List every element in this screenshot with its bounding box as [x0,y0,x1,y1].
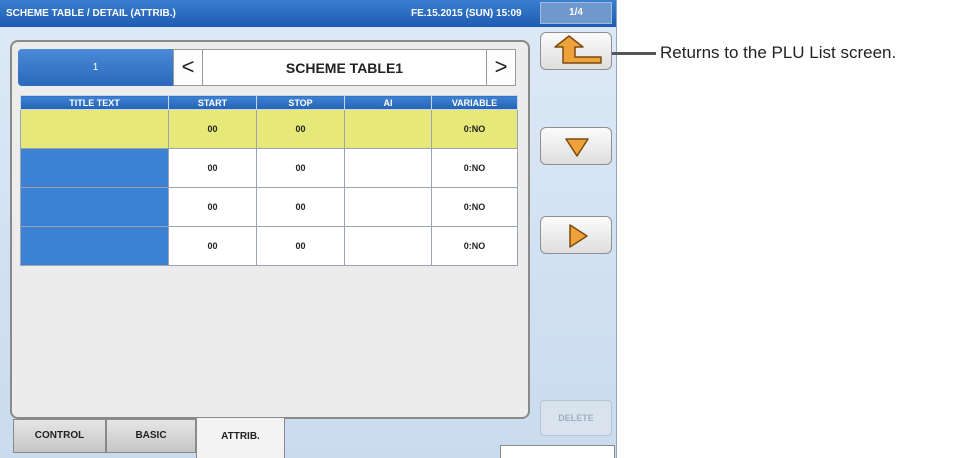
scroll-right-button[interactable] [540,216,612,254]
start-cell[interactable]: 00 [168,109,257,149]
column-header-ai: AI [344,95,432,110]
variable-cell[interactable]: 0:NO [431,226,518,266]
scheme-table-name: SCHEME TABLE1 [203,49,486,86]
tab-control[interactable]: CONTROL [13,419,106,453]
return-arrow-icon [554,35,602,64]
variable-cell[interactable]: 0:NO [431,148,518,188]
datetime-display: FE.15.2015 (SUN) 15:09 [411,8,522,19]
tab-attrib[interactable]: ATTRIB. [196,417,285,458]
scheme-table-screen: SCHEME TABLE / DETAIL (ATTRIB.) FE.15.20… [0,0,617,458]
grid-header-row: TITLE TEXT START STOP AI VARIABLE [20,95,518,110]
variable-cell[interactable]: 0:NO [431,187,518,227]
column-header-stop: STOP [256,95,345,110]
table-row[interactable]: 00 00 0:NO [20,226,518,266]
callout-annotation: Returns to the PLU List screen. [660,43,897,62]
triangle-right-icon [569,224,588,248]
prev-scheme-button[interactable]: < [173,49,203,86]
triangle-down-icon [565,138,589,157]
table-row[interactable]: 00 00 0:NO [20,109,518,149]
ai-cell[interactable] [344,187,432,227]
variable-cell[interactable]: 0:NO [431,109,518,149]
scheme-grid: TITLE TEXT START STOP AI VARIABLE 00 00 … [20,95,518,266]
next-scheme-button[interactable]: > [486,49,516,86]
start-cell[interactable]: 00 [168,187,257,227]
tab-basic[interactable]: BASIC [106,419,196,453]
column-header-variable: VARIABLE [431,95,518,110]
ai-cell[interactable] [344,109,432,149]
column-header-start: START [168,95,257,110]
table-row[interactable]: 00 00 0:NO [20,148,518,188]
ai-cell[interactable] [344,148,432,188]
stop-cell[interactable]: 00 [256,148,345,188]
table-row[interactable]: 00 00 0:NO [20,187,518,227]
title-text-cell[interactable] [20,109,169,149]
page-indicator: 1/4 [540,2,612,24]
title-text-cell[interactable] [20,226,169,266]
scheme-number: 1 [18,49,173,86]
detail-panel: 1 < SCHEME TABLE1 > TITLE TEXT START STO… [10,40,530,419]
column-header-title-text: TITLE TEXT [20,95,169,110]
stop-cell[interactable]: 00 [256,109,345,149]
stop-cell[interactable]: 00 [256,187,345,227]
title-text-cell[interactable] [20,187,169,227]
title-text-cell[interactable] [20,148,169,188]
screen-title: SCHEME TABLE / DETAIL (ATTRIB.) [6,8,176,19]
status-box [500,445,615,458]
delete-button[interactable]: DELETE [540,400,612,436]
stop-cell[interactable]: 00 [256,226,345,266]
title-bar: SCHEME TABLE / DETAIL (ATTRIB.) FE.15.20… [0,0,616,27]
start-cell[interactable]: 00 [168,226,257,266]
ai-cell[interactable] [344,226,432,266]
callout-line [612,52,656,55]
scroll-down-button[interactable] [540,127,612,165]
start-cell[interactable]: 00 [168,148,257,188]
back-button[interactable] [540,32,612,70]
